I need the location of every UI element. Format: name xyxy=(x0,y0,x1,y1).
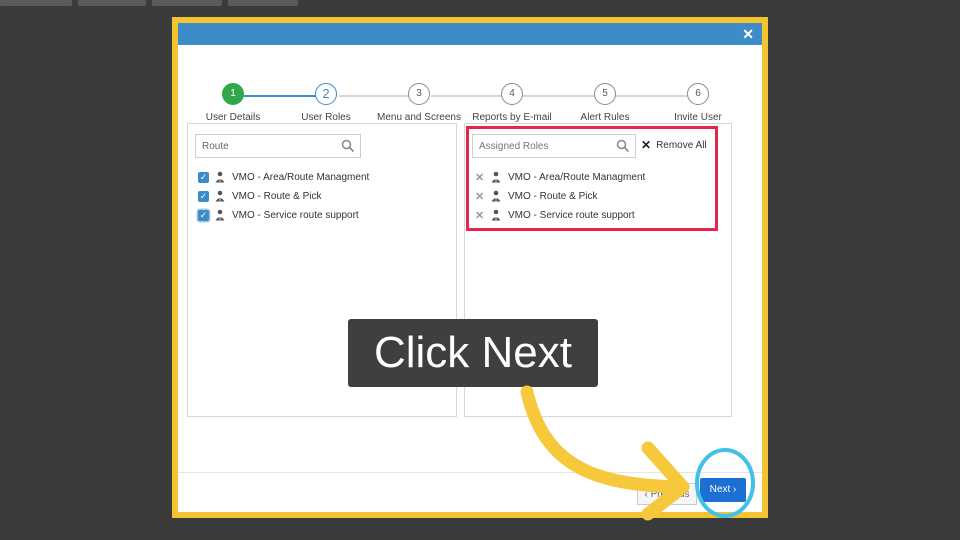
user-role-icon xyxy=(215,209,225,221)
step-user-roles[interactable]: 2 User Roles xyxy=(276,83,376,125)
browser-tab[interactable] xyxy=(78,0,146,6)
step-number: 6 xyxy=(687,83,709,105)
previous-button[interactable]: ‹ Previous xyxy=(637,483,697,505)
role-item[interactable]: ✓ VMO - Service route support xyxy=(198,206,359,224)
close-icon[interactable]: ✕ xyxy=(742,24,754,44)
browser-tab[interactable] xyxy=(0,0,72,6)
step-number: 2 xyxy=(315,83,337,105)
user-role-icon xyxy=(215,190,225,202)
step-number: 3 xyxy=(408,83,430,105)
modal-header: ✕ xyxy=(178,23,762,45)
step-number: 1 xyxy=(222,83,244,105)
checkbox-checked[interactable]: ✓ xyxy=(198,190,209,202)
step-invite-user[interactable]: 6 Invite User xyxy=(648,83,748,125)
previous-label: Previous xyxy=(650,489,690,500)
footer-divider xyxy=(178,472,762,473)
search-icon[interactable] xyxy=(341,139,355,153)
role-item[interactable]: ✓ VMO - Route & Pick xyxy=(198,187,321,205)
checkbox-checked[interactable]: ✓ xyxy=(198,209,209,221)
role-search-box xyxy=(195,134,361,158)
browser-tab[interactable] xyxy=(228,0,298,6)
step-number: 5 xyxy=(594,83,616,105)
role-label: VMO - Area/Route Managment xyxy=(232,171,370,183)
step-number: 4 xyxy=(501,83,523,105)
assigned-roles-highlight xyxy=(466,126,718,231)
step-menu-and-screens[interactable]: 3 Menu and Screens xyxy=(369,83,469,125)
role-label: VMO - Service route support xyxy=(232,209,359,221)
user-role-icon xyxy=(215,171,225,183)
highlight-ring xyxy=(695,448,755,518)
role-search-input[interactable] xyxy=(196,135,338,157)
step-alert-rules[interactable]: 5 Alert Rules xyxy=(555,83,655,125)
step-user-details[interactable]: 1 User Details xyxy=(183,83,283,125)
browser-tab[interactable] xyxy=(152,0,222,6)
checkbox-checked[interactable]: ✓ xyxy=(198,171,209,183)
browser-tab-strip xyxy=(0,0,960,6)
role-item[interactable]: ✓ VMO - Area/Route Managment xyxy=(198,168,369,186)
role-label: VMO - Route & Pick xyxy=(232,190,322,202)
instruction-callout: Click Next xyxy=(348,319,598,387)
add-user-modal: ✕ 1 User Details 2 User Roles 3 Menu and… xyxy=(178,23,762,512)
